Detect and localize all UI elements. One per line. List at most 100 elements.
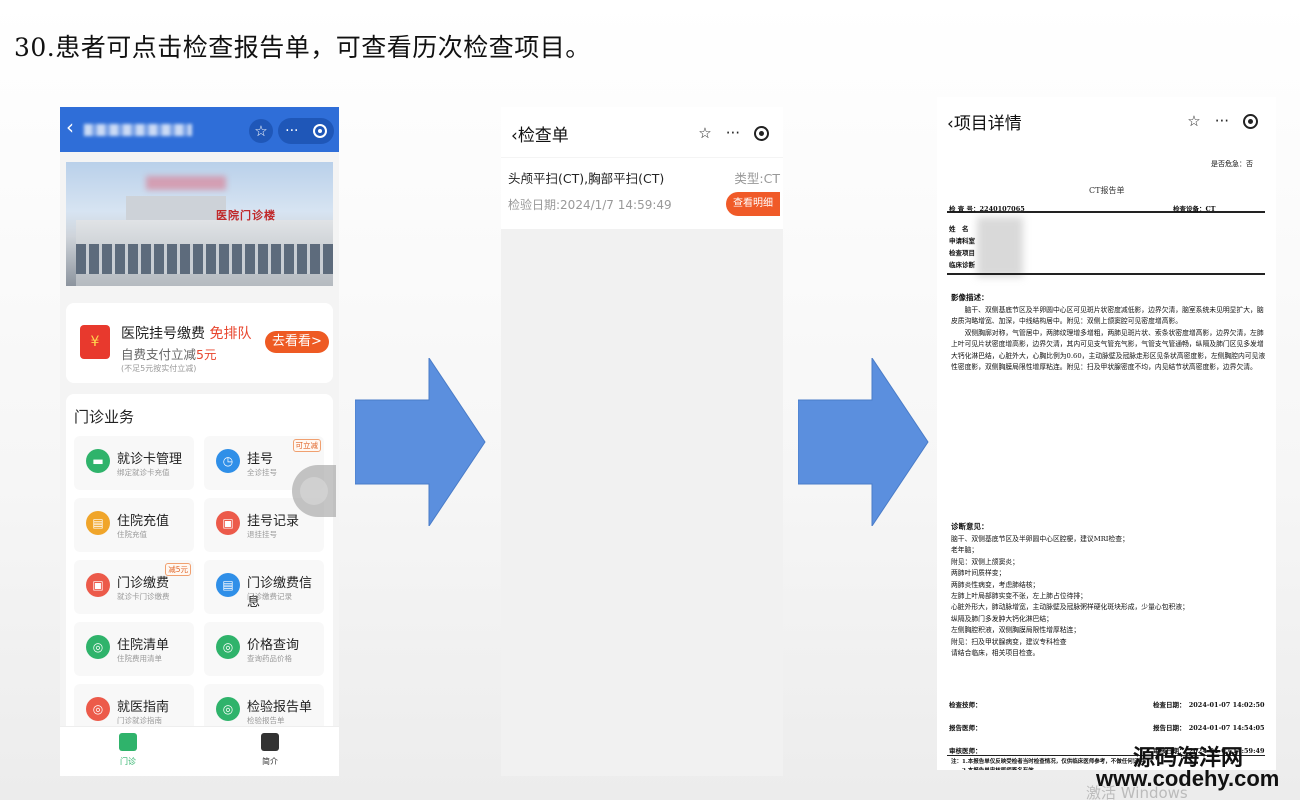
service-name: 挂号 (247, 452, 274, 467)
service-name: 检验报告单 (247, 700, 313, 715)
report-field: 检查项目 (949, 249, 975, 257)
service-name: 住院清单 (117, 638, 170, 653)
report-field: 临床诊断 (949, 261, 975, 269)
hospital-banner: 医院门诊楼 (66, 162, 333, 286)
service-desc: 住院费用清单 (117, 654, 162, 663)
service-tile[interactable]: ▤ 门诊缴费信息 门诊缴费记录 (204, 560, 324, 614)
promo-subtitle: 自费支付立减 (121, 347, 197, 362)
promo-card[interactable]: ¥ 医院挂号缴费 免排队 自费支付立减5元 (不足5元按实付立减) 去看看> (66, 303, 333, 383)
service-tile[interactable]: ◎ 住院清单 住院费用清单 (74, 622, 194, 676)
service-tile[interactable]: ◎ 价格查询 查询药品价格 (204, 622, 324, 676)
back-icon[interactable]: ‹ (947, 114, 954, 134)
diagnosis-line: 纵隔及肺门多发肿大钙化淋巴结； (951, 614, 1053, 623)
service-name: 挂号记录 (247, 514, 300, 529)
imaging-title: 影像描述： (951, 293, 989, 302)
back-icon[interactable]: ‹ (66, 117, 74, 137)
star-icon[interactable]: ☆ (698, 124, 711, 142)
more-icon[interactable]: ··· (285, 123, 298, 139)
book-icon (261, 733, 279, 751)
promo-title: 医院挂号缴费 (121, 326, 205, 342)
service-icon: ◎ (216, 635, 240, 659)
service-name: 价格查询 (247, 638, 300, 653)
slide-title: 30.患者可点击检查报告单，可查看历次检查项目。 (14, 33, 591, 62)
close-target-icon[interactable] (312, 124, 327, 138)
service-tile[interactable]: ▬ 就诊卡管理 绑定就诊卡充值 (74, 436, 194, 490)
diagnosis-line: 老年脑； (951, 546, 979, 555)
signature-label: 报告医师： (949, 724, 982, 732)
service-desc: 绑定就诊卡充值 (117, 468, 170, 477)
service-tile[interactable]: ▤ 住院充值 住院充值 (74, 498, 194, 552)
promo-title-highlight: 免排队 (209, 326, 252, 342)
service-desc: 检验报告单 (247, 716, 285, 725)
service-icon: ◎ (86, 635, 110, 659)
report-field: 姓 名 (949, 225, 969, 233)
nav-bar: ‹项目详情 ☆ ··· (937, 97, 1276, 145)
diagnosis-line: 两肺炎性病变，考虑肺结核； (951, 580, 1040, 589)
service-icon: ◎ (216, 697, 240, 721)
diagnosis-line: 请结合临床，相关项目检查。 (951, 649, 1040, 658)
imaging-description: 脑干、双侧基底节区及半卵圆中心区可见斑片状密度减低影，边界欠清，脑室系统未见明显… (951, 306, 1266, 372)
exam-name: 头颅平扫(CT),胸部平扫(CT) (508, 171, 665, 186)
exam-date: 检验日期:2024/1/7 14:59:49 (508, 198, 672, 212)
signature-label: 审核医师： (949, 747, 982, 755)
diagnosis-line: 左肺上叶局部肺实变不张，左上肺占位待排； (951, 592, 1087, 601)
service-icon: ▬ (86, 449, 110, 473)
diagnosis-list: 脑干、双侧基底节区及半卵圆中心区腔梗，建议MRI检查； 老年脑； 附见：双侧上颌窦炎… (951, 534, 1267, 659)
report-emergency: 是否危急：否 (1211, 160, 1253, 168)
star-icon[interactable]: ☆ (249, 119, 273, 143)
redacted-patient-info (977, 217, 1023, 277)
signature-date: 检查日期： 2024-01-07 14:02:50 (1153, 701, 1265, 709)
service-icon: ▣ (86, 573, 110, 597)
report-field: 申请科室 (949, 237, 975, 245)
more-icon[interactable]: ··· (1215, 112, 1229, 130)
close-target-icon[interactable] (1243, 113, 1258, 129)
tab-outpatient[interactable]: 门诊 (98, 733, 158, 767)
service-name: 就医指南 (117, 700, 170, 715)
service-desc: 全诊挂号 (247, 468, 277, 477)
app-header: ‹ ☆ ··· (60, 107, 339, 152)
service-name: 住院充值 (117, 514, 170, 529)
blurred-app-title (84, 124, 192, 136)
phone-exam-list: ‹检查单 ☆ ··· 头颅平扫(CT),胸部平扫(CT) 类型:CT 检验日期:… (501, 107, 783, 776)
star-icon[interactable]: ☆ (1187, 112, 1200, 130)
diagnosis-line: 附见：扫及甲状腺病变，建议专科检查 (951, 637, 1067, 646)
more-icon[interactable]: ··· (726, 124, 740, 142)
service-badge: 可立减 (292, 439, 321, 452)
mini-program-capsule[interactable]: ··· (278, 118, 334, 144)
diagnosis-line: 脑干、双侧基底节区及半卵圆中心区腔梗，建议MRI检查； (951, 535, 1129, 543)
services-title: 门诊业务 (74, 408, 135, 426)
diagnosis-title: 诊断意见： (951, 522, 989, 531)
service-desc: 查询药品价格 (247, 654, 292, 663)
promo-go-button[interactable]: 去看看> (265, 331, 329, 353)
service-desc: 退挂挂号 (247, 530, 277, 539)
service-desc: 就诊卡门诊缴费 (117, 592, 170, 601)
promo-amount: 5元 (196, 347, 217, 362)
view-detail-button[interactable]: 查看明细 (726, 192, 780, 216)
service-name: 就诊卡管理 (117, 452, 183, 467)
page-title: 检查单 (517, 126, 569, 146)
close-target-icon[interactable] (754, 125, 769, 141)
tab-bar: 门诊 简介 (60, 726, 339, 776)
exam-record-card[interactable]: 头颅平扫(CT),胸部平扫(CT) 类型:CT 检验日期:2024/1/7 14… (501, 157, 783, 229)
service-desc: 住院充值 (117, 530, 147, 539)
service-tile[interactable]: ▣ 门诊缴费 就诊卡门诊缴费 减5元 (74, 560, 194, 614)
service-desc: 门诊就诊指南 (117, 716, 162, 725)
flow-arrow-2 (798, 358, 929, 526)
promo-note: (不足5元按实付立减) (121, 364, 197, 373)
exam-type: 类型:CT (734, 171, 780, 186)
report-exam-no: 检 查 号：2240107065 (949, 205, 1025, 213)
service-icon: ▤ (216, 573, 240, 597)
diagnosis-line: 心脏外形大，肺动脉增宽，主动脉壁及冠脉粥样硬化斑块形成，少量心包积液； (951, 603, 1189, 612)
back-icon[interactable]: ‹ (511, 126, 518, 146)
red-envelope-icon: ¥ (80, 325, 110, 359)
phone-report-detail: ‹项目详情 ☆ ··· 是否危急：否 CT报告单 检 查 号：224010706… (937, 97, 1276, 770)
windows-activation-hint: 激活 Windows (1086, 784, 1188, 800)
diagnosis-line: 附见：双侧上颌窦炎； (951, 557, 1019, 566)
page-title: 项目详情 (953, 114, 1022, 134)
service-icon: ▣ (216, 511, 240, 535)
diagnosis-line: 左侧胸腔积液，双侧胸膜局限性增厚粘连； (951, 626, 1081, 635)
tab-label: 门诊 (120, 757, 136, 766)
floating-assist-button[interactable] (292, 465, 336, 517)
report-device: 检查设备：CT (1173, 205, 1216, 213)
tab-intro[interactable]: 简介 (240, 733, 300, 767)
